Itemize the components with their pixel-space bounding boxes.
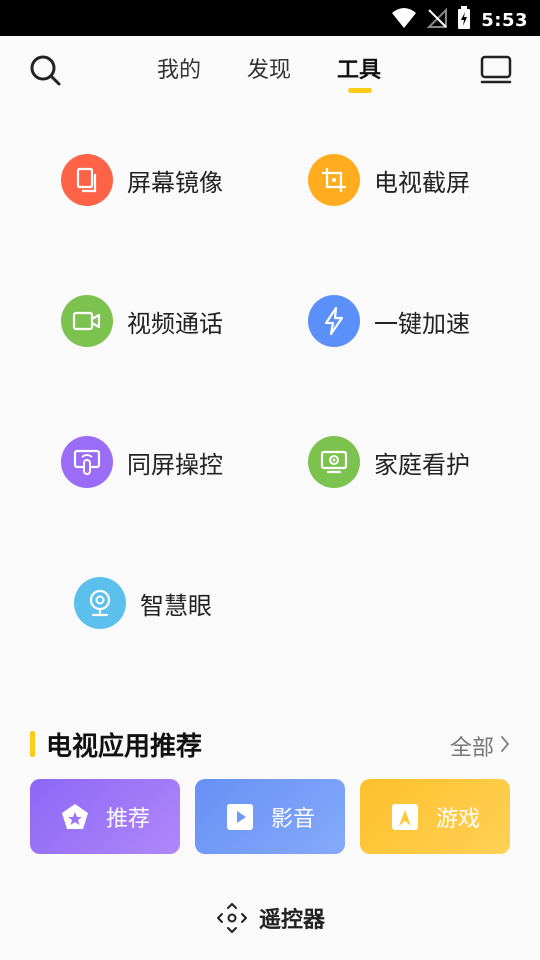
tv-apps-header: 电视应用推荐 全部 — [30, 726, 510, 766]
tool-label: 屏幕镜像 — [127, 168, 223, 197]
status-time: 5:53 — [481, 9, 528, 31]
tool-screen-control[interactable]: 同屏操控 — [61, 436, 223, 488]
active-tab-indicator — [348, 88, 372, 93]
webcam-icon — [74, 577, 126, 629]
tool-label: 一键加速 — [374, 309, 470, 338]
tab-tools[interactable]: 工具 — [337, 52, 381, 84]
lightning-icon — [308, 295, 360, 347]
battery-charging-icon — [457, 6, 471, 34]
play-icon — [225, 802, 255, 832]
tab-bar: 我的 发现 工具 — [0, 36, 540, 106]
app-card-label: 推荐 — [105, 806, 150, 832]
view-all-label: 全部 — [449, 736, 494, 761]
home-camera-icon — [308, 436, 360, 488]
tool-label: 智慧眼 — [140, 591, 212, 620]
no-signal-icon — [426, 7, 448, 32]
tab-mine[interactable]: 我的 — [157, 52, 201, 84]
touch-screen-icon — [61, 436, 113, 488]
wifi-icon — [391, 7, 417, 33]
app-card-recommend[interactable]: 推荐 — [30, 779, 180, 854]
app-card-games[interactable]: 游戏 — [360, 779, 510, 854]
tool-label: 同屏操控 — [127, 450, 223, 479]
status-bar: 5:53 — [0, 0, 540, 36]
video-camera-icon — [61, 295, 113, 347]
view-all-link[interactable]: 全部 — [450, 730, 510, 762]
top-nav: 我的 发现 工具 — [0, 36, 540, 106]
screenshot-crop-icon — [308, 154, 360, 206]
tool-video-call[interactable]: 视频通话 — [61, 295, 223, 347]
game-icon — [390, 802, 420, 832]
app-card-label: 游戏 — [435, 806, 480, 832]
tool-home-care[interactable]: 家庭看护 — [308, 436, 470, 488]
tool-smart-eye[interactable]: 智慧眼 — [74, 577, 212, 629]
tool-tv-screenshot[interactable]: 电视截屏 — [308, 154, 470, 206]
app-card-media[interactable]: 影音 — [195, 779, 345, 854]
tv-connect-button[interactable] — [478, 53, 514, 89]
app-card-label: 影音 — [270, 806, 315, 832]
screen-mirror-icon — [61, 154, 113, 206]
chevron-right-icon — [500, 734, 510, 759]
remote-control-button[interactable]: 遥控器 — [0, 896, 540, 940]
remote-dpad-icon — [215, 901, 249, 935]
tool-boost[interactable]: 一键加速 — [308, 295, 470, 347]
remote-label: 遥控器 — [258, 908, 325, 933]
tool-screen-mirror[interactable]: 屏幕镜像 — [61, 154, 223, 206]
tv-icon — [478, 55, 514, 93]
tool-label: 电视截屏 — [374, 168, 470, 197]
tab-discover[interactable]: 发现 — [247, 52, 291, 84]
pentagon-star-icon — [60, 802, 90, 832]
tool-label: 视频通话 — [127, 309, 223, 338]
tool-label: 家庭看护 — [374, 450, 470, 479]
section-accent-bar — [30, 731, 35, 757]
section-title: 电视应用推荐 — [46, 732, 203, 762]
